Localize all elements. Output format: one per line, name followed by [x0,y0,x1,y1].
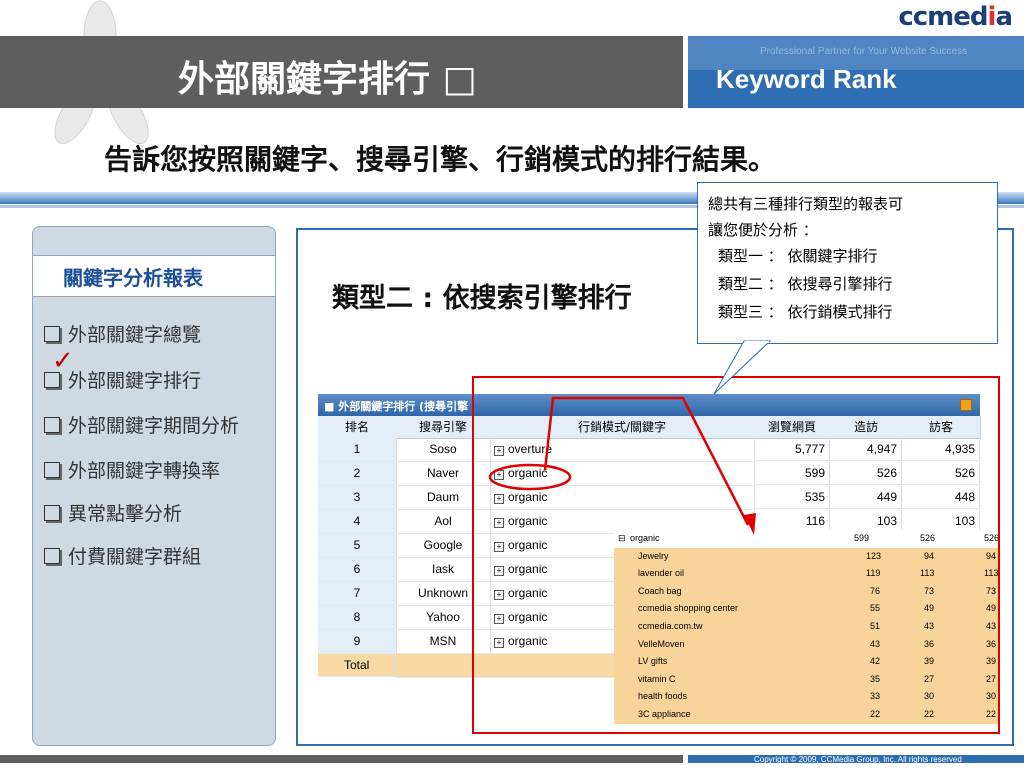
arrow-head-icon [744,513,756,535]
copyright: Copyright © 2009, CCMedia Group, Inc. Al… [754,755,962,764]
pointer-arrow [543,396,750,526]
annotation-layer [488,340,772,535]
callout-pointer [713,340,772,395]
organic-highlight-ellipse [488,463,572,491]
footer-bar-gray [0,755,683,763]
